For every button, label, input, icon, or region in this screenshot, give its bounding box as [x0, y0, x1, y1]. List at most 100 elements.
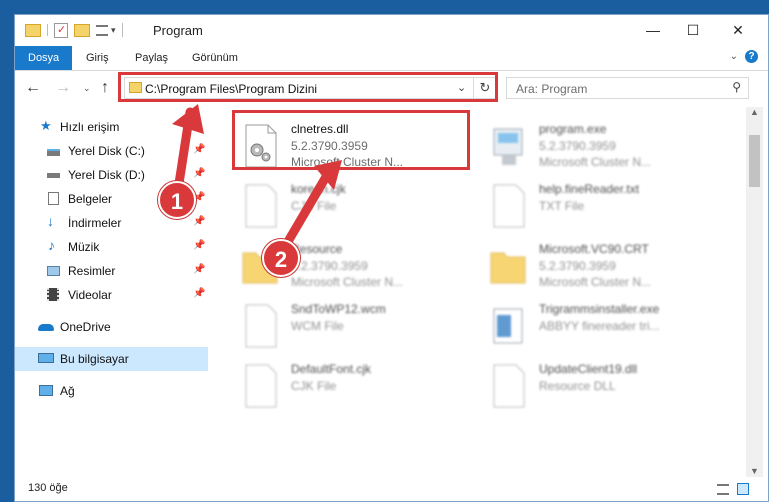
- properties-icon[interactable]: ✓: [54, 22, 68, 38]
- exe-file-icon: [493, 128, 523, 165]
- status-bar: 130 öğe: [15, 477, 768, 501]
- file-type: Resource DLL: [539, 379, 616, 393]
- file-highlight: [232, 110, 470, 170]
- documents-icon: [48, 192, 59, 205]
- sidebar-item-quick-access[interactable]: ★ Hızlı erişim: [15, 115, 208, 139]
- file-description: Microsoft Cluster N...: [291, 275, 404, 289]
- file-name: DefaultFont.cjk: [291, 362, 372, 376]
- sidebar-item-onedrive[interactable]: OneDrive: [15, 315, 208, 339]
- sidebar-item-label: Yerel Disk (D:): [68, 168, 145, 182]
- computer-icon: [38, 353, 54, 363]
- search-icon: ⚲: [732, 80, 741, 94]
- file-name: SndToWP12.wcm: [291, 302, 386, 316]
- folder-icon: [490, 252, 526, 284]
- file-type: TXT File: [539, 199, 585, 213]
- file-name: Microsoft.VC90.CRT: [539, 242, 649, 256]
- folder-icon[interactable]: [25, 23, 41, 37]
- file-description: ABBYY finereader tri...: [539, 319, 660, 333]
- pin-icon[interactable]: 📌: [193, 288, 205, 299]
- pin-icon[interactable]: 📌: [193, 240, 205, 251]
- help-icon[interactable]: ?: [745, 50, 758, 63]
- pin-icon[interactable]: 📌: [193, 264, 205, 275]
- pin-icon[interactable]: 📌: [193, 168, 205, 179]
- navigation-pane: ★ Hızlı erişim Yerel Disk (C:) 📌 Yerel D…: [15, 107, 208, 477]
- sidebar-item-label: Ağ: [60, 384, 75, 398]
- video-icon: [47, 288, 59, 301]
- file-type: CJK File: [291, 379, 337, 393]
- search-box[interactable]: Ara: Program ⚲: [506, 77, 749, 99]
- sidebar-item-label: Bu bilgisayar: [60, 352, 129, 366]
- pin-icon[interactable]: 📌: [193, 216, 205, 227]
- pictures-icon: [47, 266, 60, 276]
- file-version: 5.2.3790.3959: [539, 139, 616, 153]
- file-name: program.exe: [539, 122, 607, 136]
- sidebar-item-this-pc[interactable]: Bu bilgisayar: [15, 347, 208, 371]
- file-item-program-exe[interactable]: program.exe 5.2.3790.3959 Microsoft Clus…: [484, 119, 724, 177]
- tab-home[interactable]: Giriş: [73, 46, 122, 70]
- blank-file-icon: [245, 184, 277, 228]
- quick-access-toolbar: ✓ ▾: [25, 22, 123, 38]
- sidebar-item-label: Resimler: [68, 264, 116, 278]
- file-item-help-txt[interactable]: help.fineReader.txt TXT File: [484, 179, 724, 237]
- file-name: UpdateClient19.dll: [539, 362, 638, 376]
- star-icon: ★: [40, 118, 52, 133]
- forward-arrow-icon[interactable]: →: [55, 79, 71, 97]
- file-type: WCM File: [291, 319, 344, 333]
- file-item-updateclient[interactable]: UpdateClient19.dll Resource DLL: [484, 359, 724, 417]
- tab-file[interactable]: Dosya: [15, 46, 73, 70]
- item-count: 130 öğe: [28, 482, 68, 494]
- sidebar-item-label: Müzik: [68, 240, 100, 254]
- installer-icon: [493, 308, 523, 344]
- sidebar-item-label: Hızlı erişim: [60, 120, 120, 134]
- sidebar-item-videos[interactable]: Videolar 📌: [15, 283, 208, 307]
- file-name: Trigrammsinstaller.exe: [539, 302, 660, 316]
- tab-view[interactable]: Görünüm: [179, 46, 251, 70]
- file-description: Microsoft Cluster N...: [539, 155, 652, 169]
- ribbon-tabs: Dosya Giriş Paylaş Görünüm ⌄ ?: [15, 46, 768, 71]
- file-item-trigramms-installer[interactable]: Trigrammsinstaller.exe ABBYY finereader …: [484, 299, 724, 357]
- step-1-badge: 1: [158, 181, 196, 219]
- separator: [47, 24, 48, 36]
- details-view-icon[interactable]: [717, 484, 729, 495]
- file-description: Microsoft Cluster N...: [539, 275, 652, 289]
- maximize-button[interactable]: ☐: [670, 15, 716, 45]
- scroll-up-icon[interactable]: ▲: [750, 107, 759, 117]
- view-icon[interactable]: [96, 24, 108, 36]
- file-item-defaultfont[interactable]: DefaultFont.cjk CJK File: [236, 359, 476, 417]
- search-placeholder: Ara: Program: [516, 82, 588, 96]
- sidebar-item-music[interactable]: ♪ Müzik 📌: [15, 235, 208, 259]
- blank-file-icon: [245, 304, 277, 348]
- sidebar-item-network[interactable]: Ağ: [15, 379, 208, 403]
- file-item-sndtowp12[interactable]: SndToWP12.wcm WCM File: [236, 299, 476, 357]
- customize-dropdown-icon[interactable]: ▾: [111, 25, 116, 36]
- sidebar-item-label: OneDrive: [60, 320, 111, 334]
- sidebar-item-label: Yerel Disk (C:): [68, 144, 145, 158]
- up-arrow-icon[interactable]: ↑: [101, 79, 109, 97]
- file-type: CJK File: [291, 199, 337, 213]
- download-icon: ↓: [47, 213, 54, 229]
- network-icon: [39, 385, 53, 396]
- title-bar: ✓ ▾ Program — ☐ ✕: [15, 15, 768, 45]
- file-version: 5.2.3790.3959: [539, 259, 616, 273]
- blank-file-icon: [493, 364, 525, 408]
- cloud-icon: [38, 324, 54, 331]
- tab-share[interactable]: Paylaş: [122, 46, 181, 70]
- blank-file-icon: [245, 364, 277, 408]
- sidebar-item-pictures[interactable]: Resimler 📌: [15, 259, 208, 283]
- file-item-korean-cjk[interactable]: korean.cjk CJK File: [236, 179, 476, 237]
- new-folder-icon[interactable]: [74, 23, 90, 37]
- scroll-thumb[interactable]: [749, 135, 760, 187]
- recent-locations-icon[interactable]: ⌄: [83, 83, 91, 94]
- step-2-badge: 2: [262, 239, 300, 277]
- large-icons-view-icon[interactable]: [737, 483, 749, 495]
- sidebar-item-disk-c[interactable]: Yerel Disk (C:) 📌: [15, 139, 208, 163]
- file-item-vc90[interactable]: Microsoft.VC90.CRT 5.2.3790.3959 Microso…: [484, 239, 724, 297]
- separator: [121, 23, 123, 37]
- pin-icon[interactable]: 📌: [193, 144, 205, 155]
- vertical-scrollbar[interactable]: ▲ ▼: [746, 107, 763, 477]
- expand-ribbon-icon[interactable]: ⌄: [730, 51, 738, 62]
- back-arrow-icon[interactable]: ←: [25, 79, 41, 97]
- close-button[interactable]: ✕: [715, 15, 761, 45]
- drive-icon: [47, 149, 60, 156]
- scroll-down-icon[interactable]: ▼: [750, 466, 759, 476]
